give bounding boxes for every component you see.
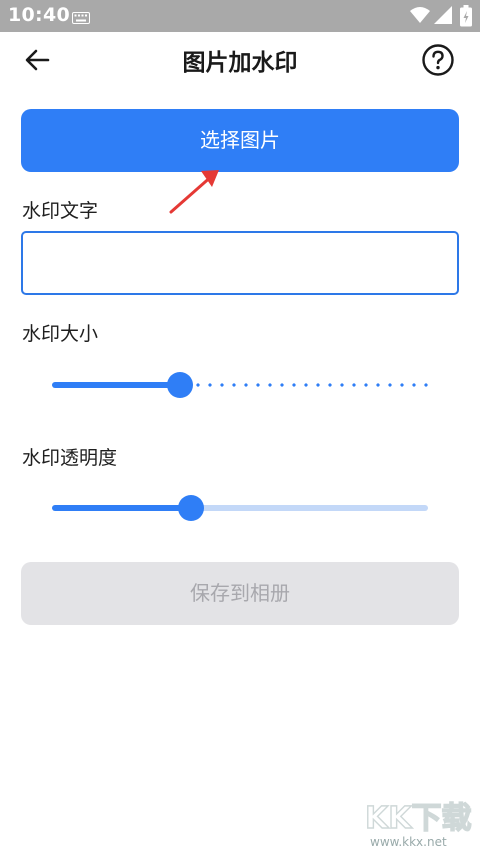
help-icon bbox=[422, 44, 454, 76]
save-to-album-button[interactable]: 保存到相册 bbox=[21, 562, 459, 625]
slider-track-inactive bbox=[191, 505, 428, 511]
slider-thumb[interactable] bbox=[167, 372, 193, 398]
slider-track-inactive bbox=[180, 383, 428, 387]
watermark-size-label: 水印大小 bbox=[22, 323, 99, 345]
watermark-opacity-label: 水印透明度 bbox=[22, 447, 118, 469]
keyboard-icon bbox=[72, 9, 90, 28]
annotation-arrow-icon bbox=[165, 165, 225, 221]
svg-text:KK下载: KK下载 bbox=[365, 801, 472, 836]
page-title: 图片加水印 bbox=[182, 50, 298, 76]
status-bar: 10:40 bbox=[0, 0, 480, 32]
slider-track-active bbox=[52, 382, 180, 388]
watermark-text-label: 水印文字 bbox=[22, 200, 99, 222]
help-button[interactable] bbox=[421, 43, 455, 77]
site-watermark-url: www.kkx.net bbox=[370, 835, 447, 849]
wifi-icon bbox=[410, 6, 430, 28]
watermark-text-input[interactable] bbox=[21, 231, 459, 295]
slider-track-active bbox=[52, 505, 191, 511]
site-watermark-logo: KK下载 bbox=[364, 798, 477, 840]
watermark-opacity-slider[interactable] bbox=[52, 493, 428, 523]
battery-icon bbox=[460, 5, 472, 31]
select-image-button[interactable]: 选择图片 bbox=[21, 109, 459, 172]
status-time: 10:40 bbox=[8, 4, 70, 26]
watermark-size-slider[interactable] bbox=[52, 370, 428, 400]
signal-icon bbox=[434, 6, 452, 28]
slider-thumb[interactable] bbox=[178, 495, 204, 521]
